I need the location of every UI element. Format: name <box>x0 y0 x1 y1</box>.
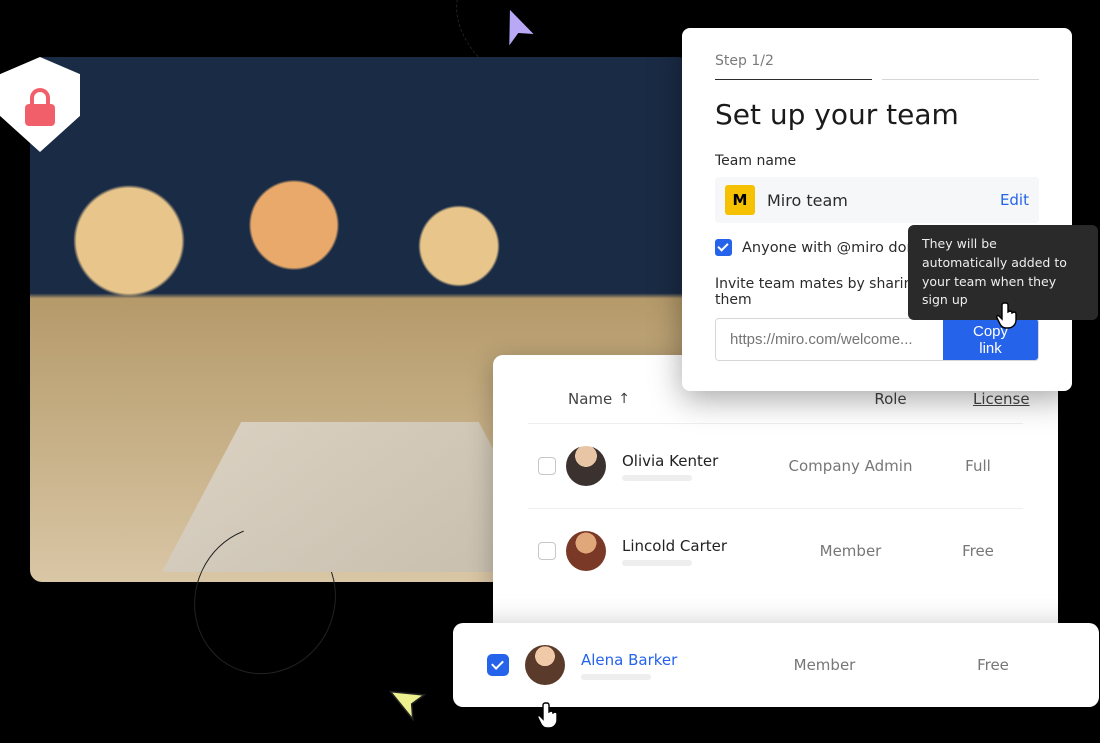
invite-link-row: Copy link <box>715 318 1039 361</box>
copy-link-button[interactable]: Copy link <box>943 319 1038 360</box>
team-avatar-badge: M <box>725 185 755 215</box>
table-row-selected[interactable]: Alena Barker Member Free <box>453 623 1099 707</box>
column-header-license[interactable]: License <box>973 390 1030 408</box>
lock-icon <box>25 90 55 126</box>
card-title: Set up your team <box>715 98 1039 131</box>
user-subline-placeholder <box>622 475 692 481</box>
user-subline-placeholder <box>581 674 651 680</box>
user-license: Full <box>933 457 1023 475</box>
edit-team-name-button[interactable]: Edit <box>1000 191 1029 209</box>
user-role: Member <box>768 542 933 560</box>
user-name: Olivia Kenter <box>622 452 718 470</box>
setup-team-card: Step 1/2 Set up your team Team name M Mi… <box>682 28 1072 391</box>
row-checkbox[interactable] <box>538 457 556 475</box>
row-checkbox[interactable] <box>538 542 556 560</box>
user-role: Member <box>727 656 922 674</box>
row-checkbox-checked[interactable] <box>487 654 509 676</box>
user-name: Alena Barker <box>581 651 677 669</box>
checkbox-checked-icon[interactable] <box>715 239 732 256</box>
tooltip-text: They will be automatically added to your… <box>922 236 1067 307</box>
column-header-role[interactable]: Role <box>808 390 973 408</box>
pointer-hand-icon <box>995 300 1023 334</box>
table-row[interactable]: Lincold Carter Member Free <box>528 508 1023 593</box>
sort-ascending-icon[interactable]: ↑ <box>618 391 630 407</box>
avatar <box>566 446 606 486</box>
team-name-label: Team name <box>715 153 1039 169</box>
pointer-hand-icon <box>536 700 564 734</box>
user-role: Company Admin <box>768 457 933 475</box>
team-name-value: Miro team <box>767 191 988 210</box>
table-row[interactable]: Olivia Kenter Company Admin Full <box>528 423 1023 508</box>
progress-bar <box>715 79 1039 80</box>
team-name-row: M Miro team Edit <box>715 177 1039 223</box>
user-name: Lincold Carter <box>622 537 727 555</box>
user-subline-placeholder <box>622 560 692 566</box>
avatar <box>566 531 606 571</box>
user-license: Free <box>933 542 1023 560</box>
table-header-row: Name ↑ Role License <box>528 390 1023 423</box>
invite-link-input[interactable] <box>716 319 943 360</box>
column-header-name[interactable]: Name ↑ <box>568 390 808 408</box>
step-indicator: Step 1/2 <box>715 53 1039 69</box>
user-license: Free <box>922 656 1064 674</box>
avatar <box>525 645 565 685</box>
cursor-arrow-yellow-icon <box>384 675 438 729</box>
